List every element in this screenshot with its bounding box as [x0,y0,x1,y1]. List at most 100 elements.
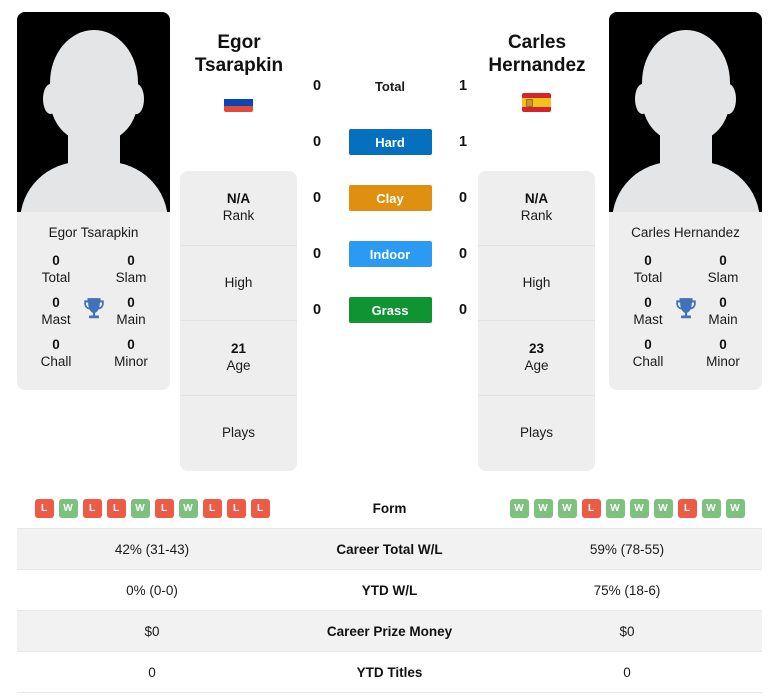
stat-value-left: 42% (31-43) [114,541,190,557]
stat-value-right: WWWLWWWLWW [492,498,762,518]
titles-slam-label: Slam [115,269,147,285]
stat-value-right: 59% (78-55) [589,541,665,557]
form-badge-loss[interactable]: L [202,498,222,518]
stats-comparison-table: L W L L W L W L L L Form W W W L W W W L W W 42% (31-43) Caree… [17,488,762,693]
form-badge-win[interactable]: W [130,498,150,518]
stat-value-left: $0 [144,623,160,639]
form-badge-loss[interactable]: L [581,498,601,518]
h2h-score-left: 0 [312,246,322,262]
table-row: L W L L W L W L L L Form W W W L W W W L W W [17,488,762,529]
form-badge-win[interactable]: W [701,498,721,518]
player-headline-left: Egor Tsarapkin [159,32,319,78]
titles-mast-right: 0 Mast [625,295,671,328]
titles-main-value: 0 [719,295,727,311]
h2h-row-clay: 0 Clay 0 [300,170,480,226]
titles-mast-value: 0 [644,295,652,311]
age-value-left: 21 [230,341,247,357]
titles-chall-value: 0 [644,337,652,353]
titles-row: 0 Chall 0 Minor [615,334,756,376]
stat-value-left: 0% (0-0) [126,582,178,598]
player-stats-card-right[interactable]: N/A Rank High 23 Age Plays [478,171,595,471]
form-badges-right: WWWLWWWLWW [509,498,745,518]
flag-spain-icon [522,93,551,112]
form-badge-loss[interactable]: L [226,498,246,518]
h2h-score-left: 0 [312,190,322,206]
h2h-row-hard: 0 Hard 1 [300,114,480,170]
surface-label-total[interactable]: Total [349,73,432,99]
titles-main-label: Main [708,311,738,327]
avatar-body-shape [19,162,168,212]
table-row: $0 Career Prize Money $0 [17,611,762,652]
surface-label-grass[interactable]: Grass [348,297,432,323]
titles-total-label: Total [41,269,71,285]
titles-total-left: 0 Total [33,253,79,286]
flag-russia-icon [224,93,253,112]
titles-chall-value: 0 [52,337,60,353]
titles-chall-label: Chall [632,353,664,369]
form-badge-win[interactable]: W [557,498,577,518]
head-to-head-list: 0 Total 1 0 Hard 1 0 Clay 0 0 Indoor 0 0 Grass 0 [300,58,480,338]
form-badge-win[interactable]: W [178,498,198,518]
age-row-right: 23 Age [478,321,595,396]
comparison-header: Egor Tsarapkin 0 Total 0 Slam 0 Mast 0 M… [0,0,779,472]
high-label-right: High [522,274,551,290]
form-badge-win[interactable]: W [653,498,673,518]
trophy-icon [83,298,104,319]
h2h-row-indoor: 0 Indoor 0 [300,226,480,282]
h2h-score-left: 0 [312,134,322,150]
plays-label-left: Plays [221,425,255,441]
rank-row-left: N/A Rank [180,171,297,246]
form-badge-win[interactable]: W [58,498,78,518]
form-badge-loss[interactable]: L [154,498,174,518]
form-badge-loss[interactable]: L [250,498,270,518]
surface-label-hard[interactable]: Hard [348,129,432,155]
form-badge-loss[interactable]: L [677,498,697,518]
titles-chall-label: Chall [40,353,72,369]
titles-mast-label: Mast [41,311,71,327]
titles-slam-label: Slam [707,269,739,285]
titles-minor-left: 0 Minor [108,337,154,370]
stat-value-left: 0 [148,664,156,680]
titles-total-value: 0 [644,253,652,269]
surface-label-clay[interactable]: Clay [348,185,432,211]
h2h-surface-cell: Clay [334,185,446,211]
avatar-ear-right-shape [129,84,144,114]
form-badge-win[interactable]: W [605,498,625,518]
player-name-right: Carles Hernandez [631,225,740,240]
stat-value-right: 0 [623,664,631,680]
form-badge-win[interactable]: W [725,498,745,518]
player-card-right[interactable]: Carles Hernandez 0 Total 0 Slam 0 Mast 0… [609,12,762,390]
player-first-name-left: Egor [217,32,261,53]
avatar-ear-left-shape [43,84,58,114]
form-badge-win[interactable]: W [533,498,553,518]
high-label-left: High [224,274,253,290]
titles-chall-left: 0 Chall [33,337,79,370]
titles-grid-left: 0 Total 0 Slam 0 Mast 0 Main 0 Chall 0 M… [17,250,170,390]
rank-label-left: Rank [222,208,255,223]
player-name-left: Egor Tsarapkin [48,225,139,240]
stat-value-right: $0 [619,623,635,639]
player-card-left[interactable]: Egor Tsarapkin 0 Total 0 Slam 0 Mast 0 M… [17,12,170,390]
stat-label: Form [372,500,407,516]
form-badge-loss[interactable]: L [106,498,126,518]
age-label-right: Age [524,358,549,373]
form-badge-win[interactable]: W [509,498,529,518]
age-row-left: 21 Age [180,321,297,396]
titles-minor-right: 0 Minor [700,337,746,370]
h2h-surface-cell: Hard [334,129,446,155]
form-badge-win[interactable]: W [629,498,649,518]
age-label-left: Age [226,358,251,373]
titles-slam-value: 0 [127,253,135,269]
h2h-score-right: 0 [458,190,468,206]
surface-label-indoor[interactable]: Indoor [348,241,432,267]
table-row: 42% (31-43) Career Total W/L 59% (78-55) [17,529,762,570]
trophy-icon [675,298,696,319]
form-badge-loss[interactable]: L [34,498,54,518]
form-badge-loss[interactable]: L [82,498,102,518]
titles-slam-left: 0 Slam [108,253,154,286]
rank-value-left: N/A [226,191,251,207]
titles-mast-label: Mast [633,311,663,327]
stat-label: YTD W/L [361,582,418,598]
player-stats-card-left[interactable]: N/A Rank High 21 Age Plays [180,171,297,471]
h2h-surface-cell: Grass [334,297,446,323]
